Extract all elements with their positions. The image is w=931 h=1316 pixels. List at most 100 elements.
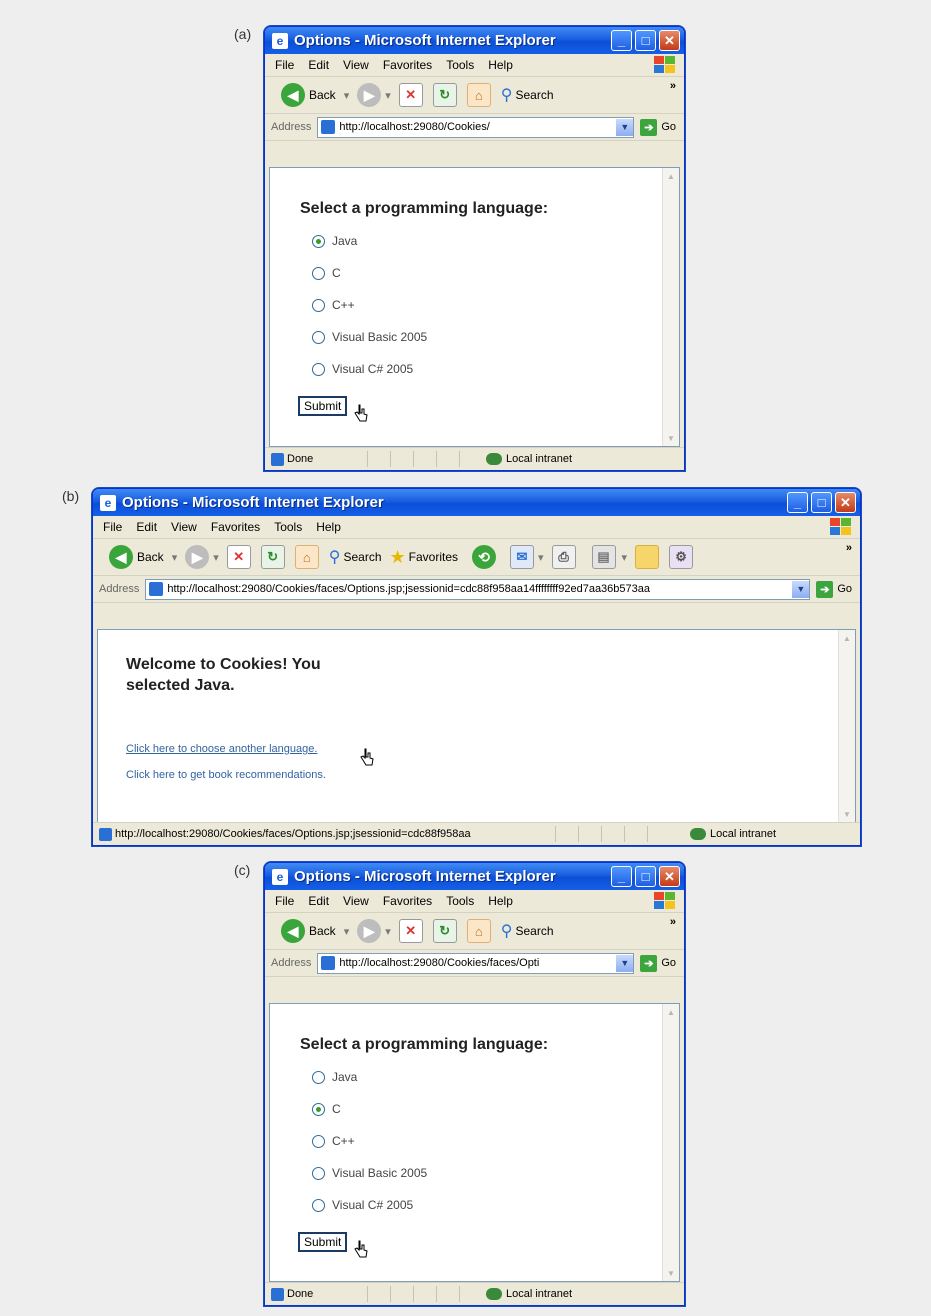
menu-view[interactable]: View [343,894,369,908]
home-icon[interactable]: ⌂ [294,545,319,569]
favorites-button-label[interactable]: Favorites [409,550,458,564]
back-button-label[interactable]: Back [309,88,336,102]
back-arrow-icon[interactable]: ◀ [109,545,133,569]
menu-edit[interactable]: Edit [136,520,157,534]
menu-tools[interactable]: Tools [274,520,302,534]
back-button-label[interactable]: Back [137,550,164,564]
radio-visual-csharp[interactable]: Visual C# 2005 [312,1198,413,1212]
back-arrow-icon[interactable]: ◀ [281,919,305,943]
scroll-up-icon[interactable]: ▲ [664,1005,678,1019]
scroll-down-icon[interactable]: ▼ [664,431,678,445]
book-recommendations-link[interactable]: Click here to get book recommendations. [126,769,326,781]
menu-favorites[interactable]: Favorites [383,58,432,72]
address-dropdown-icon[interactable]: ▼ [792,580,810,598]
favorites-star-icon[interactable]: ★ [390,547,406,568]
close-button[interactable]: ✕ [659,30,680,51]
radio-visual-basic[interactable]: Visual Basic 2005 [312,330,427,344]
scroll-up-icon[interactable]: ▲ [664,169,678,183]
title-bar[interactable]: e Options - Microsoft Internet Explorer … [265,863,684,890]
radio-c[interactable]: C [312,266,341,280]
scroll-down-icon[interactable]: ▼ [840,807,854,821]
menu-help[interactable]: Help [316,520,341,534]
radio-button[interactable] [312,1070,325,1084]
menu-view[interactable]: View [343,58,369,72]
home-icon[interactable]: ⌂ [466,919,491,943]
menu-help[interactable]: Help [488,58,513,72]
radio-visual-csharp[interactable]: Visual C# 2005 [312,362,413,376]
stop-icon[interactable]: ✕ [226,545,251,569]
vertical-scrollbar[interactable]: ▲ ▼ [662,168,679,446]
radio-button[interactable] [312,330,325,344]
search-button-label[interactable]: Search [515,88,553,102]
radio-java[interactable]: Java [312,234,357,248]
menu-favorites[interactable]: Favorites [383,894,432,908]
choose-language-link[interactable]: Click here to choose another language. [126,743,317,755]
maximize-button[interactable]: □ [811,492,832,513]
menu-edit[interactable]: Edit [308,58,329,72]
refresh-icon[interactable]: ↻ [432,83,457,107]
menu-view[interactable]: View [171,520,197,534]
close-button[interactable]: ✕ [835,492,856,513]
forward-arrow-icon[interactable]: ▶ [357,919,382,943]
menu-tools[interactable]: Tools [446,894,474,908]
submit-button[interactable]: Submit [298,1232,348,1252]
radio-visual-basic[interactable]: Visual Basic 2005 [312,1166,427,1180]
refresh-icon[interactable]: ↻ [260,545,285,569]
vertical-scrollbar[interactable]: ▲ ▼ [662,1004,679,1281]
forward-dropdown-icon[interactable]: ▾ [385,925,391,938]
forward-arrow-icon[interactable]: ▶ [185,545,210,569]
forward-arrow-icon[interactable]: ▶ [357,83,382,107]
menu-tools[interactable]: Tools [446,58,474,72]
radio-button[interactable] [312,1198,325,1212]
radio-button[interactable] [312,266,325,280]
back-arrow-icon[interactable]: ◀ [281,83,305,107]
radio-button[interactable] [312,362,325,376]
title-bar[interactable]: e Options - Microsoft Internet Explorer … [93,489,860,516]
home-icon[interactable]: ⌂ [466,83,491,107]
back-dropdown-icon[interactable]: ▾ [172,551,178,564]
toolbar-overflow-icon[interactable]: » [670,80,676,92]
address-dropdown-icon[interactable]: ▼ [616,118,634,136]
address-input[interactable]: http://localhost:29080/Cookies/ ▼ [317,116,635,138]
search-icon[interactable]: ⚲ [501,921,513,941]
menu-file[interactable]: File [275,894,294,908]
menu-file[interactable]: File [103,520,122,534]
search-icon[interactable]: ⚲ [329,547,341,567]
print-icon[interactable]: ⎙ [551,545,576,569]
discuss-icon[interactable] [635,545,660,569]
menu-edit[interactable]: Edit [308,894,329,908]
search-button-label[interactable]: Search [515,924,553,938]
toolbar-overflow-icon[interactable]: » [670,916,676,928]
maximize-button[interactable]: □ [635,30,656,51]
submit-button[interactable]: Submit [298,396,348,416]
messenger-icon[interactable]: ⚙ [669,545,694,569]
toolbar-overflow-icon[interactable]: » [846,542,852,554]
back-button-label[interactable]: Back [309,924,336,938]
stop-icon[interactable]: ✕ [398,83,423,107]
scroll-down-icon[interactable]: ▼ [664,1266,678,1280]
address-input[interactable]: http://localhost:29080/Cookies/faces/Opt… [145,578,811,600]
go-button[interactable]: ➔ Go [816,580,852,598]
radio-button[interactable] [312,1134,325,1148]
radio-c[interactable]: C [312,1102,341,1116]
scroll-up-icon[interactable]: ▲ [840,631,854,645]
menu-file[interactable]: File [275,58,294,72]
mail-icon[interactable]: ✉ [510,545,534,569]
edit-dropdown-icon[interactable]: ▾ [622,551,628,564]
address-dropdown-icon[interactable]: ▼ [616,954,634,972]
radio-button[interactable] [312,234,325,248]
back-dropdown-icon[interactable]: ▾ [344,89,350,102]
forward-dropdown-icon[interactable]: ▾ [385,89,391,102]
close-button[interactable]: ✕ [659,866,680,887]
minimize-button[interactable]: _ [611,866,632,887]
search-button-label[interactable]: Search [343,550,381,564]
address-input[interactable]: http://localhost:29080/Cookies/faces/Opt… [317,952,635,974]
radio-button[interactable] [312,298,325,312]
go-button[interactable]: ➔ Go [640,954,676,972]
radio-cpp[interactable]: C++ [312,298,355,312]
forward-dropdown-icon[interactable]: ▾ [213,551,219,564]
menu-help[interactable]: Help [488,894,513,908]
refresh-icon[interactable]: ↻ [432,919,457,943]
title-bar[interactable]: e Options - Microsoft Internet Explorer … [265,27,684,54]
radio-button[interactable] [312,1102,325,1116]
